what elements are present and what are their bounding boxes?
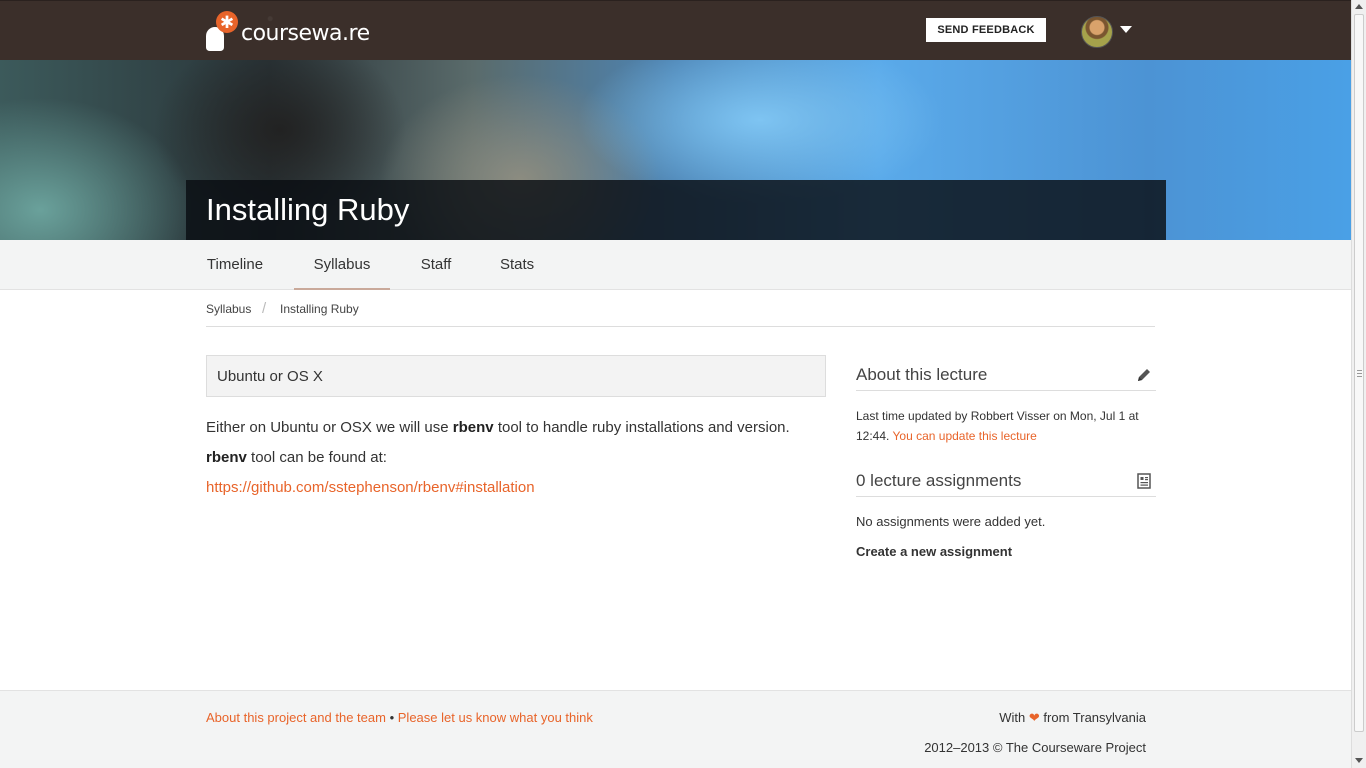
scroll-thumb[interactable] — [1354, 14, 1364, 732]
logo-text: coursewa.re — [241, 20, 370, 46]
made-with-love: With ❤ from Transylvania — [999, 710, 1146, 726]
logo-icon: ✱ — [206, 11, 238, 53]
scroll-up-icon[interactable] — [1355, 4, 1363, 9]
para-text: tool can be found at: — [246, 449, 387, 466]
about-lecture-header: About this lecture — [856, 355, 1156, 391]
last-updated-info: Last time updated by Robbert Visser on M… — [856, 406, 1139, 446]
update-lecture-link[interactable]: You can update this lecture — [893, 429, 1037, 443]
from-text: from Transylvania — [1043, 710, 1146, 725]
about-lecture-title: About this lecture — [856, 365, 988, 384]
hero-banner: Installing Ruby — [0, 60, 1351, 240]
scrollbar[interactable] — [1351, 0, 1366, 768]
para-text: tool to handle ruby installations and ve… — [493, 419, 790, 436]
footer: About this project and the team • Please… — [0, 690, 1351, 768]
chevron-down-icon[interactable] — [1120, 26, 1132, 33]
paragraph-1: Either on Ubuntu or OSX we will use rben… — [206, 419, 790, 436]
tab-timeline[interactable]: Timeline — [206, 240, 264, 290]
paragraph-2: rbenv tool can be found at: — [206, 449, 387, 466]
breadcrumb: Syllabus / Installing Ruby — [206, 290, 1155, 327]
heart-icon: ❤ — [1028, 710, 1040, 725]
logo[interactable]: ✱ coursewa.re — [206, 11, 370, 53]
tab-stats[interactable]: Stats — [500, 240, 534, 290]
feedback-link[interactable]: Please let us know what you think — [398, 710, 593, 725]
para-text: Either on Ubuntu or OSX we will use — [206, 419, 453, 436]
page: ✱ coursewa.re SEND FEEDBACK Installing R… — [0, 0, 1351, 768]
assignments-title: 0 lecture assignments — [856, 471, 1022, 490]
pencil-icon[interactable] — [1136, 367, 1152, 383]
updated-text: Last time updated by Robbert Visser on M… — [856, 409, 1139, 423]
section-header: Ubuntu or OS X — [206, 355, 826, 397]
footer-links: About this project and the team • Please… — [206, 710, 593, 725]
bullet-separator: • — [389, 710, 395, 725]
assignments-header: 0 lecture assignments — [856, 461, 1156, 497]
tab-syllabus[interactable]: Syllabus — [294, 240, 390, 290]
document-icon — [1137, 473, 1151, 489]
tab-bar: Timeline Syllabus Staff Stats — [0, 240, 1351, 290]
para-bold: rbenv — [452, 419, 494, 436]
para-bold: rbenv — [206, 449, 247, 466]
top-bar: ✱ coursewa.re SEND FEEDBACK — [0, 0, 1351, 60]
about-project-link[interactable]: About this project and the team — [206, 710, 386, 725]
tab-staff[interactable]: Staff — [420, 240, 452, 290]
send-feedback-button[interactable]: SEND FEEDBACK — [926, 18, 1046, 42]
copyright: 2012–2013 © The Courseware Project — [924, 740, 1146, 755]
avatar[interactable] — [1081, 16, 1113, 48]
page-title: Installing Ruby — [206, 192, 410, 227]
create-assignment-link[interactable]: Create a new assignment — [856, 542, 1012, 562]
section-title: Ubuntu or OS X — [217, 368, 323, 385]
paragraph-3: https://github.com/sstephenson/rbenv#ins… — [206, 479, 535, 496]
breadcrumb-current: Installing Ruby — [280, 302, 359, 316]
title-box: Installing Ruby — [186, 180, 1166, 240]
breadcrumb-separator: / — [262, 300, 267, 317]
breadcrumb-syllabus[interactable]: Syllabus — [206, 302, 251, 316]
updated-time: 12:44. — [856, 429, 890, 443]
no-assignments-text: No assignments were added yet. — [856, 514, 1046, 529]
with-text: With — [999, 710, 1026, 725]
scroll-down-icon[interactable] — [1355, 758, 1363, 763]
rbenv-install-link[interactable]: https://github.com/sstephenson/rbenv#ins… — [206, 479, 535, 496]
